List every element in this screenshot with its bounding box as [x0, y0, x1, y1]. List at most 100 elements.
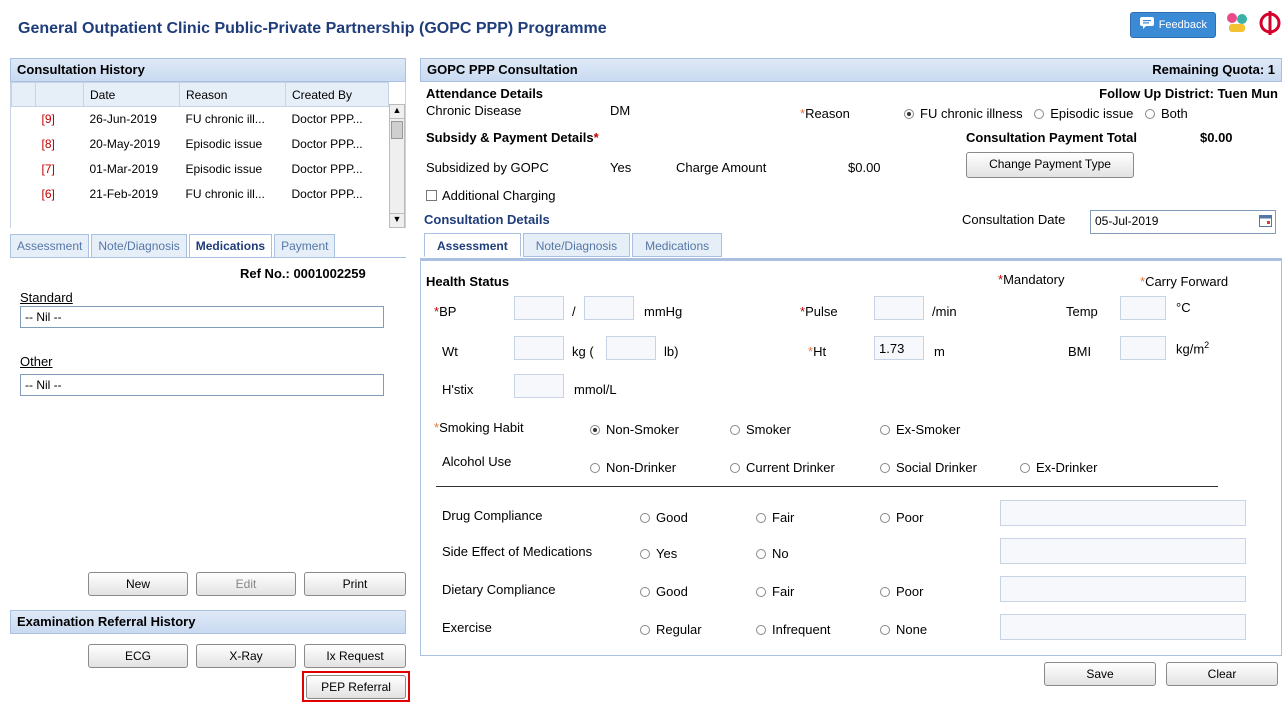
drug-poor-option[interactable]: Poor	[880, 510, 923, 525]
dietary-compliance-remarks[interactable]	[1000, 576, 1246, 602]
feedback-label: Feedback	[1158, 18, 1207, 31]
change-payment-type-button[interactable]: Change Payment Type	[966, 152, 1134, 178]
dietary-compliance-label: Dietary Compliance	[442, 582, 556, 597]
reason-both-option[interactable]: Both	[1144, 106, 1188, 121]
row-no[interactable]: [9]	[36, 107, 84, 132]
text-part: Smoking Habit	[439, 420, 524, 435]
text-part: 2	[1204, 340, 1210, 350]
text-part: Fair	[772, 584, 795, 599]
text-part: Yes	[656, 546, 678, 561]
bp-systolic-input[interactable]	[514, 296, 564, 320]
text-part: Ex-Smoker	[896, 422, 961, 437]
scroll-down-icon[interactable]: ▼	[390, 213, 404, 227]
tab-assessment[interactable]: Assessment	[424, 233, 521, 257]
consultation-date-field[interactable]: 05-Jul-2019	[1090, 210, 1276, 234]
side-effect-no-option[interactable]: No	[756, 546, 789, 561]
diet-fair-option[interactable]: Fair	[756, 584, 794, 599]
header-no	[35, 82, 84, 107]
wt-kg-input[interactable]	[514, 336, 564, 360]
smoking-ex-smoker-option[interactable]: Ex-Smoker	[880, 422, 960, 437]
table-row[interactable]: [6] 21-Feb-2019 FU chronic ill... Doctor…	[12, 182, 389, 207]
text-part: None	[896, 622, 928, 637]
scroll-up-icon[interactable]: ▲	[390, 105, 404, 119]
drug-compliance-remarks[interactable]	[1000, 500, 1246, 526]
header-date[interactable]: Date	[83, 82, 180, 107]
diet-good-option[interactable]: Good	[640, 584, 688, 599]
table-row[interactable]: [8] 20-May-2019 Episodic issue Doctor PP…	[12, 132, 389, 157]
pep-referral-button[interactable]: PEP Referral	[306, 675, 406, 699]
tab-note-diagnosis[interactable]: Note/Diagnosis	[91, 234, 187, 258]
text-part: Ex-Drinker	[1036, 460, 1098, 475]
pulse-input[interactable]	[874, 296, 924, 320]
text-part: Additional Charging	[442, 188, 556, 203]
temp-input[interactable]	[1120, 296, 1166, 320]
tab-assessment[interactable]: Assessment	[10, 234, 90, 258]
table-row[interactable]: [7] 01-Mar-2019 Episodic issue Doctor PP…	[12, 157, 389, 182]
text-part: Carry Forward	[1145, 274, 1229, 289]
reason-fu-option[interactable]: FU chronic illness	[904, 106, 1023, 121]
history-scrollbar[interactable]: ▲ ▼	[389, 104, 405, 228]
payment-total-value: $0.00	[1200, 130, 1233, 145]
alcohol-current-drinker-option[interactable]: Current Drinker	[730, 460, 835, 475]
tab-medications[interactable]: Medications	[632, 233, 723, 257]
wt-lb-unit: lb)	[664, 344, 679, 359]
alcohol-non-drinker-option[interactable]: Non-Drinker	[590, 460, 676, 475]
diet-poor-option[interactable]: Poor	[880, 584, 923, 599]
radio-icon	[880, 587, 890, 597]
table-row[interactable]: [9] 26-Jun-2019 FU chronic ill... Doctor…	[12, 107, 389, 132]
bmi-input[interactable]	[1120, 336, 1166, 360]
xray-button[interactable]: X-Ray	[196, 644, 296, 668]
ecg-button[interactable]: ECG	[88, 644, 188, 668]
alcohol-social-drinker-option[interactable]: Social Drinker	[880, 460, 977, 475]
exercise-remarks[interactable]	[1000, 614, 1246, 640]
ht-input[interactable]: 1.73	[874, 336, 924, 360]
reason-label: *Reason	[800, 106, 850, 121]
standard-medication-field[interactable]: -- Nil --	[20, 306, 384, 328]
ix-request-button[interactable]: Ix Request	[304, 644, 406, 668]
text-part: Pulse	[805, 304, 838, 319]
clear-button[interactable]: Clear	[1166, 662, 1278, 686]
tab-payment[interactable]: Payment	[274, 234, 336, 258]
side-effect-remarks[interactable]	[1000, 538, 1246, 564]
new-button[interactable]: New	[88, 572, 188, 596]
tab-note-diagnosis[interactable]: Note/Diagnosis	[522, 233, 631, 257]
exercise-none-option[interactable]: None	[880, 622, 927, 637]
text-part: Poor	[896, 510, 924, 525]
header-created-by[interactable]: Created By	[285, 82, 389, 107]
header-icons: Feedback	[1129, 10, 1282, 39]
row-no[interactable]: [6]	[36, 182, 84, 207]
page-title: General Outpatient Clinic Public-Private…	[18, 20, 607, 37]
reason-episodic-option[interactable]: Episodic issue	[1034, 106, 1133, 121]
scroll-thumb[interactable]	[391, 121, 403, 139]
wt-lb-input[interactable]	[606, 336, 656, 360]
text-part: Good	[656, 584, 688, 599]
exercise-infrequent-option[interactable]: Infrequent	[756, 622, 831, 637]
feedback-button[interactable]: Feedback	[1129, 11, 1216, 38]
drug-good-option[interactable]: Good	[640, 510, 688, 525]
edit-button[interactable]: Edit	[196, 572, 296, 596]
history-table: Date Reason Created By [9] 26-Jun-2019 F…	[11, 82, 389, 207]
text-part: Mandatory	[1003, 272, 1065, 287]
text-part: Regular	[656, 622, 702, 637]
radio-icon	[1034, 109, 1045, 119]
text-part: Fair	[772, 510, 795, 525]
text-part: Infrequent	[772, 622, 831, 637]
calendar-icon[interactable]	[1259, 214, 1272, 230]
bp-diastolic-input[interactable]	[584, 296, 634, 320]
smoking-smoker-option[interactable]: Smoker	[730, 422, 791, 437]
left-tab-bar: Assessment Note/Diagnosis Medications Pa…	[10, 234, 336, 258]
tab-medications[interactable]: Medications	[188, 234, 273, 258]
row-no[interactable]: [7]	[36, 157, 84, 182]
smoking-non-smoker-option[interactable]: Non-Smoker	[590, 422, 679, 437]
other-medication-field[interactable]: -- Nil --	[20, 374, 384, 396]
drug-fair-option[interactable]: Fair	[756, 510, 794, 525]
alcohol-ex-drinker-option[interactable]: Ex-Drinker	[1020, 460, 1097, 475]
side-effect-yes-option[interactable]: Yes	[640, 546, 677, 561]
additional-charging-checkbox[interactable]: Additional Charging	[426, 188, 555, 203]
save-button[interactable]: Save	[1044, 662, 1156, 686]
row-no[interactable]: [8]	[36, 132, 84, 157]
print-button[interactable]: Print	[304, 572, 406, 596]
exercise-regular-option[interactable]: Regular	[640, 622, 702, 637]
header-reason[interactable]: Reason	[179, 82, 286, 107]
hstix-input[interactable]	[514, 374, 564, 398]
